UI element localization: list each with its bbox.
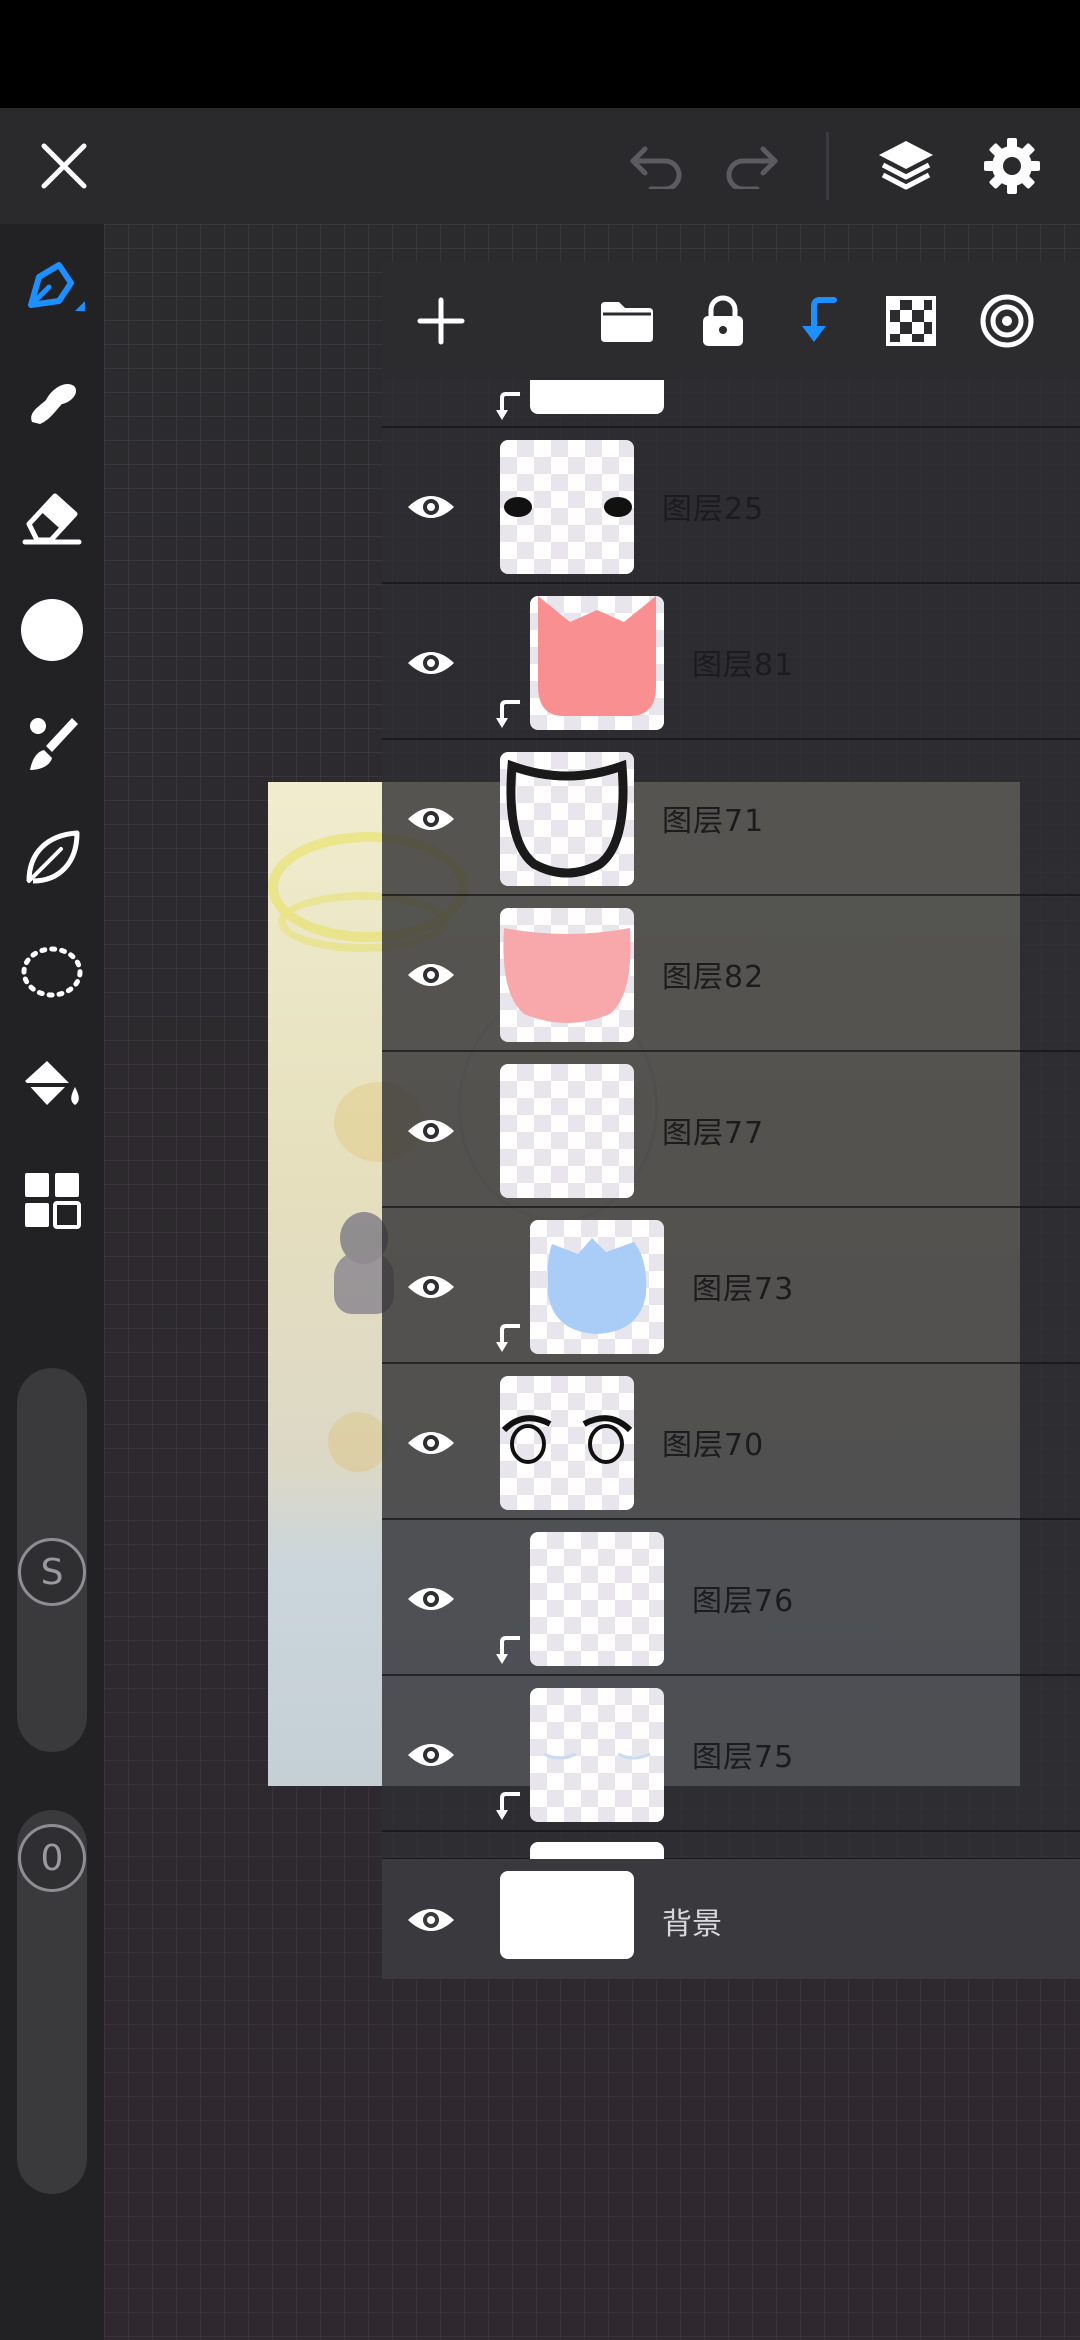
smudge-icon[interactable]: [14, 364, 90, 440]
brush-size-knob[interactable]: S: [18, 1538, 86, 1606]
eye-icon[interactable]: [396, 940, 466, 1010]
undo-icon[interactable]: [620, 130, 692, 202]
toolbar-divider: [826, 132, 829, 200]
color-circle-icon[interactable]: [14, 592, 90, 668]
eye-icon[interactable]: [396, 1408, 466, 1478]
eye-icon[interactable]: [396, 784, 466, 854]
tool-rail: S 0: [0, 224, 104, 2340]
transparency-icon[interactable]: [876, 286, 946, 356]
eye-icon[interactable]: [396, 628, 466, 698]
layer-thumbnail: [530, 1688, 664, 1822]
brush-size-label: S: [40, 1551, 64, 1593]
add-icon[interactable]: [406, 286, 476, 356]
layer-thumbnail: [530, 596, 664, 730]
layer-thumbnail: [500, 1064, 634, 1198]
close-icon[interactable]: [28, 130, 100, 202]
layer-name: 图层70: [662, 1428, 765, 1463]
layer-row[interactable]: 图层75: [382, 1676, 1080, 1832]
selection-icon[interactable]: [14, 934, 90, 1010]
lasso-leaf-icon[interactable]: [14, 820, 90, 896]
gear-icon[interactable]: [972, 126, 1052, 206]
eraser-icon[interactable]: [14, 478, 90, 554]
lock-icon[interactable]: [688, 286, 758, 356]
layer-row[interactable]: 图层81: [382, 584, 1080, 740]
eye-icon[interactable]: [396, 1564, 466, 1634]
layer-name: 图层76: [692, 1584, 795, 1619]
layer-thumbnail: [500, 908, 634, 1042]
clip-arrow-icon: [496, 1636, 520, 1664]
layer-thumbnail: [530, 1842, 664, 1860]
artwork-stroke: [328, 1412, 388, 1472]
layer-row-partial[interactable]: [382, 380, 1080, 428]
layer-row[interactable]: 图层25: [382, 428, 1080, 584]
layer-thumbnail: [500, 1871, 634, 1959]
layer-name: 图层81: [692, 648, 795, 683]
blend-icon[interactable]: [972, 286, 1042, 356]
layer-name: 背景: [662, 1907, 722, 1942]
layer-thumbnail: [500, 440, 634, 574]
eye-icon[interactable]: [396, 1252, 466, 1322]
clip-arrow-icon: [496, 1324, 520, 1352]
layer-row[interactable]: 图层82: [382, 896, 1080, 1052]
status-bar: [0, 0, 1080, 108]
layer-thumbnail: [530, 1532, 664, 1666]
clip-arrow-icon: [496, 392, 520, 420]
layers-panel: 图层25 图层81 图层71 图层82 图层77 图层73 图层70 图层76 …: [382, 262, 1080, 1979]
app-window: S 0 图层25 图层81 图层71 图层82 图层77 图层73 图层70 图…: [0, 0, 1080, 2340]
layer-thumbnail: [530, 380, 664, 414]
top-toolbar: [0, 108, 1080, 224]
eye-icon[interactable]: [396, 1720, 466, 1790]
folder-icon[interactable]: [592, 286, 662, 356]
layer-row-partial[interactable]: [382, 1832, 1080, 1860]
brush-icon[interactable]: [14, 706, 90, 782]
fill-bucket-icon[interactable]: [14, 1048, 90, 1124]
layers-icon[interactable]: [866, 126, 946, 206]
layer-thumbnail: [530, 1220, 664, 1354]
layer-row-background[interactable]: 背景: [382, 1859, 1080, 1979]
layer-thumbnail: [500, 752, 634, 886]
grid-menu-icon[interactable]: [14, 1162, 90, 1238]
pen-icon[interactable]: [14, 250, 90, 326]
layer-name: 图层71: [662, 804, 765, 839]
eye-icon[interactable]: [396, 1096, 466, 1166]
layer-name: 图层77: [662, 1116, 765, 1151]
artwork-figure-head: [340, 1212, 388, 1264]
layer-name: 图层82: [662, 960, 765, 995]
layer-name: 图层75: [692, 1740, 795, 1775]
layer-name: 图层25: [662, 492, 765, 527]
layer-name: 图层73: [692, 1272, 795, 1307]
layer-thumbnail: [500, 1376, 634, 1510]
clip-arrow-icon: [496, 1792, 520, 1820]
clip-arrow-icon: [496, 700, 520, 728]
eye-icon[interactable]: [396, 1885, 466, 1955]
eye-icon[interactable]: [396, 472, 466, 542]
layer-row[interactable]: 图层71: [382, 740, 1080, 896]
opacity-label: 0: [40, 1837, 64, 1879]
layer-row[interactable]: 图层73: [382, 1208, 1080, 1364]
opacity-knob[interactable]: 0: [18, 1824, 86, 1892]
layer-row[interactable]: 图层77: [382, 1052, 1080, 1208]
clip-arrow-icon[interactable]: [780, 286, 850, 356]
layer-row[interactable]: 图层70: [382, 1364, 1080, 1520]
layer-row[interactable]: 图层76: [382, 1520, 1080, 1676]
redo-icon[interactable]: [716, 130, 788, 202]
layers-panel-header: [382, 262, 1080, 380]
